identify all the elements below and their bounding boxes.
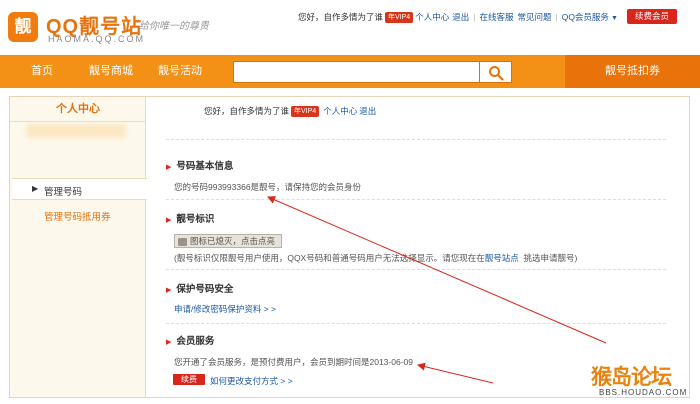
- watermark-main: 猴岛论坛: [591, 366, 672, 389]
- section-title-text: 保护号码安全: [176, 284, 234, 295]
- top-header: 靓 QQ靓号站 HAOMA.QQ.COM 给你唯一的尊贵 您好，自作多情为了谁 …: [0, 0, 700, 52]
- change-payment-link[interactable]: 如何更改支付方式 > >: [210, 375, 293, 387]
- caret-right-icon: ▶: [166, 339, 172, 346]
- sidebar-item-label: 管理号码: [44, 187, 83, 198]
- section-mark-title: ▶ 靓号标识: [166, 211, 214, 225]
- caret-right-icon: ▶: [166, 164, 172, 171]
- personal-center-link[interactable]: 个人中心: [415, 11, 449, 23]
- welcome-greeting: 您好，自作多情为了谁: [204, 106, 290, 116]
- divider: [166, 139, 666, 140]
- divider: |: [555, 12, 558, 22]
- section-member-title: ▶ 会员服务: [166, 333, 214, 347]
- mark-note-prefix: (靓号标识仅限靓号用户使用，QQX号码和普通号码用户无法选择显示。请您现在在: [174, 253, 485, 263]
- sidebar-item-coupons[interactable]: 管理号码抵用券: [44, 209, 111, 223]
- search-input[interactable]: [233, 61, 480, 83]
- divider: [166, 269, 666, 270]
- main-panel: 个人中心 ▶ 管理号码 管理号码抵用券 您好，自作多情为了谁 年VIP4 个人中…: [9, 96, 690, 398]
- section-security-title: ▶ 保护号码安全: [166, 281, 233, 295]
- mark-note-suffix: 挑选申请靓号): [523, 253, 578, 263]
- search-icon: [489, 66, 504, 81]
- member-service-label: QQ会员服务: [561, 12, 609, 22]
- main-nav: 首页 靓号商城 靓号活动 靓号抵扣券: [0, 55, 700, 88]
- welcome-line: 您好，自作多情为了谁 年VIP4 个人中心 退出: [204, 105, 376, 117]
- sidebar-item-manage-number[interactable]: ▶ 管理号码: [12, 178, 147, 200]
- sidebar-title: 个人中心: [10, 97, 146, 122]
- light-up-button-label: 图标已熄灭，点击点亮: [190, 236, 276, 246]
- content-area: 您好，自作多情为了谁 年VIP4 个人中心 退出 ▶ 号码基本信息 您的号码993…: [156, 97, 686, 397]
- greeting-text: 您好，自作多情为了谁: [298, 12, 384, 22]
- forum-watermark: 猴岛论坛 BBS.HOUDAO.COM: [591, 361, 696, 401]
- nav-discount-coupon[interactable]: 靓号抵扣券: [565, 55, 700, 88]
- caret-right-icon: ▶: [166, 217, 172, 224]
- image-icon: [178, 237, 187, 246]
- basic-info-text: 您的号码993993366是靓号，请保持您的会员身份: [174, 182, 362, 192]
- member-service-menu[interactable]: QQ会员服务 ▼: [562, 11, 618, 23]
- section-title-text: 号码基本信息: [176, 161, 234, 172]
- renew-member-button[interactable]: 续费会员: [627, 9, 677, 24]
- sidebar: 个人中心 ▶ 管理号码 管理号码抵用券: [10, 97, 147, 397]
- vip-badge: 年VIP4: [291, 105, 320, 117]
- divider: |: [473, 12, 476, 22]
- vip-badge: 年VIP4: [385, 11, 414, 23]
- search-button[interactable]: [480, 61, 512, 83]
- logo-slogan: 给你唯一的尊贵: [139, 21, 209, 32]
- personal-center-link[interactable]: 个人中心: [323, 105, 357, 117]
- nav-events[interactable]: 靓号活动: [158, 55, 202, 88]
- caret-right-icon: ▶: [32, 184, 39, 193]
- caret-right-icon: ▶: [166, 287, 172, 294]
- faq-link[interactable]: 常见问题: [517, 11, 551, 23]
- blurred-user-info: [26, 124, 126, 138]
- nav-mall[interactable]: 靓号商城: [89, 55, 133, 88]
- nav-home[interactable]: 首页: [31, 55, 53, 88]
- section-title-text: 靓号标识: [176, 214, 215, 225]
- watermark-sub: BBS.HOUDAO.COM: [599, 388, 688, 397]
- member-status-text: 您开通了会员服务，是预付费用户，会员到期时间是2013-06-09: [174, 357, 413, 367]
- renew-button[interactable]: 续费: [173, 374, 205, 385]
- logout-link[interactable]: 退出: [359, 105, 376, 117]
- divider: [166, 199, 666, 200]
- logo-icon[interactable]: 靓: [8, 12, 38, 42]
- customer-service-link[interactable]: 在线客服: [479, 11, 513, 23]
- divider: [166, 323, 666, 324]
- mark-note: (靓号标识仅限靓号用户使用，QQX号码和普通号码用户无法选择显示。请您现在在靓号…: [174, 252, 577, 264]
- logo-domain: HAOMA.QQ.COM: [48, 34, 146, 44]
- top-nav: 您好，自作多情为了谁 年VIP4 个人中心 退出 | 在线客服 常见问题 | Q…: [298, 10, 618, 24]
- logout-link[interactable]: 退出: [452, 11, 469, 23]
- haoma-site-link[interactable]: 靓号站点: [485, 253, 519, 263]
- section-basic-info-title: ▶ 号码基本信息: [166, 158, 233, 172]
- password-protection-link[interactable]: 申请/修改密码保护资料 > >: [174, 303, 276, 315]
- section-title-text: 会员服务: [176, 336, 215, 347]
- chevron-down-icon: ▼: [610, 15, 618, 22]
- light-up-icon-button[interactable]: 图标已熄灭，点击点亮: [174, 234, 282, 248]
